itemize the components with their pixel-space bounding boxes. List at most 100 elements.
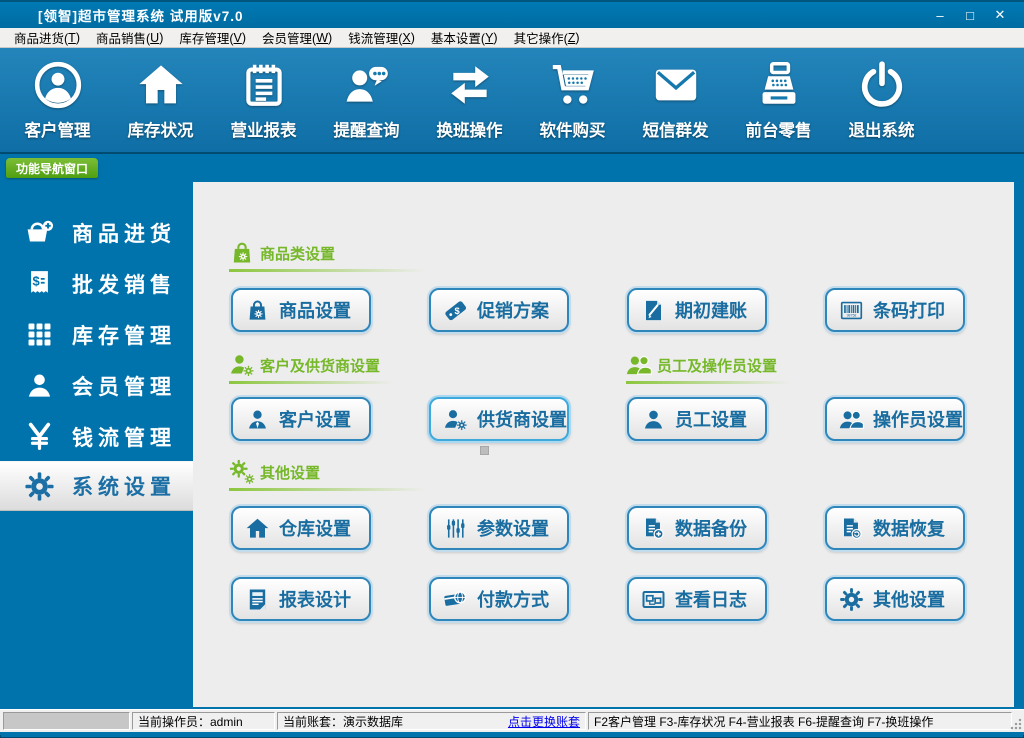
toolbar-sms-broadcast[interactable]: 短信群发 bbox=[624, 60, 727, 141]
person-chat-icon bbox=[342, 60, 392, 110]
yen-icon bbox=[24, 421, 55, 452]
report-design-button[interactable]: 报表设计 bbox=[231, 577, 371, 621]
window-title: [领智]超市管理系统 试用版v7.0 bbox=[38, 5, 244, 25]
doc-pen-icon bbox=[641, 298, 666, 323]
menu-item-purchase[interactable]: 商品进货(T) bbox=[6, 28, 88, 47]
parameter-settings-button[interactable]: 参数设置 bbox=[429, 506, 569, 550]
gear-icon bbox=[839, 587, 864, 612]
person-icon bbox=[641, 407, 666, 432]
minimize-button[interactable]: – bbox=[928, 5, 952, 25]
opening-accounts-button[interactable]: 期初建账 bbox=[627, 288, 767, 332]
toolbar-business-report[interactable]: 营业报表 bbox=[212, 60, 315, 141]
barcode-print-button[interactable]: 条码打印 bbox=[825, 288, 965, 332]
body-area: 功能导航窗口 商品进货 批发销售 库存管理 会员管理 钱流管理 bbox=[0, 154, 1024, 709]
gears-icon bbox=[229, 459, 255, 485]
status-account: 当前账套：演示数据库 点击更换账套 bbox=[277, 712, 586, 730]
close-button[interactable]: ✕ bbox=[988, 5, 1012, 25]
toolbar-stock-status[interactable]: 库存状况 bbox=[109, 60, 212, 141]
titlebar: [领智]超市管理系统 试用版v7.0 – □ ✕ bbox=[0, 0, 1024, 28]
toolbar-customer-management[interactable]: 客户管理 bbox=[6, 60, 109, 141]
people-icon bbox=[626, 352, 652, 378]
section-header-goods: 商品类设置 bbox=[229, 240, 425, 272]
main-toolbar: 客户管理 库存状况 营业报表 提醒查询 换班操作 软件购买 短信群发 前台零售 bbox=[0, 48, 1024, 154]
section-underline bbox=[229, 381, 393, 384]
section-header-staff-operator: 员工及操作员设置 bbox=[626, 352, 790, 384]
sliders-icon bbox=[443, 516, 468, 541]
app-window: [领智]超市管理系统 试用版v7.0 – □ ✕ 商品进货(T) 商品销售(U)… bbox=[0, 0, 1024, 738]
menu-item-members[interactable]: 会员管理(W) bbox=[254, 28, 340, 47]
home-icon bbox=[136, 60, 186, 110]
bag-gear-icon bbox=[229, 240, 255, 266]
sidebar: 商品进货 批发销售 库存管理 会员管理 钱流管理 系统设置 bbox=[0, 182, 193, 709]
gear-icon bbox=[24, 471, 55, 502]
resize-grip[interactable] bbox=[1010, 718, 1022, 730]
people-icon bbox=[839, 407, 864, 432]
supplier-settings-button[interactable]: 供货商设置 bbox=[429, 397, 569, 441]
person-icon bbox=[24, 370, 55, 401]
person-circle-icon bbox=[33, 60, 83, 110]
window-bottom-border bbox=[0, 732, 1024, 735]
toolbar-front-retail[interactable]: 前台零售 bbox=[727, 60, 830, 141]
cash-register-icon bbox=[754, 60, 804, 110]
other-settings-button[interactable]: 其他设置 bbox=[825, 577, 965, 621]
section-underline bbox=[626, 381, 790, 384]
section-header-other: 其他设置 bbox=[229, 459, 425, 491]
switch-account-link[interactable]: 点击更换账套 bbox=[508, 713, 580, 730]
main-panel: 商品类设置 商品设置 促销方案 期初建账 条码打印 bbox=[193, 182, 1014, 707]
envelope-icon bbox=[651, 60, 701, 110]
menu-item-settings[interactable]: 基本设置(Y) bbox=[423, 28, 506, 47]
payment-method-button[interactable]: 付款方式 bbox=[429, 577, 569, 621]
warehouse-settings-button[interactable]: 仓库设置 bbox=[231, 506, 371, 550]
menu-item-other[interactable]: 其它操作(Z) bbox=[506, 28, 588, 47]
tag-dollar-icon bbox=[443, 298, 468, 323]
person-gear-icon bbox=[229, 352, 255, 378]
power-icon bbox=[857, 60, 907, 110]
report-icon bbox=[245, 587, 270, 612]
sidebar-item-wholesale[interactable]: 批发销售 bbox=[0, 258, 193, 309]
window-controls: – □ ✕ bbox=[928, 5, 1024, 25]
nav-window-tag: 功能导航窗口 bbox=[6, 158, 98, 178]
sidebar-item-members[interactable]: 会员管理 bbox=[0, 360, 193, 411]
view-log-button[interactable]: 查看日志 bbox=[627, 577, 767, 621]
swap-arrows-icon bbox=[445, 60, 495, 110]
toolbar-shift-change[interactable]: 换班操作 bbox=[418, 60, 521, 141]
data-backup-button[interactable]: 数据备份 bbox=[627, 506, 767, 550]
menu-item-inventory[interactable]: 库存管理(V) bbox=[171, 28, 254, 47]
basket-plus-icon bbox=[24, 217, 55, 248]
status-operator: 当前操作员：admin bbox=[132, 712, 275, 730]
doc-restore-icon bbox=[839, 516, 864, 541]
menu-item-sales[interactable]: 商品销售(U) bbox=[88, 28, 171, 47]
status-hotkeys: F2客户管理 F3-库存状况 F4-营业报表 F6-提醒查询 F7-换班操作 bbox=[588, 712, 1012, 730]
person-tie-icon bbox=[245, 407, 270, 432]
toolbar-software-purchase[interactable]: 软件购买 bbox=[521, 60, 624, 141]
section-underline bbox=[229, 488, 425, 491]
sidebar-item-inventory[interactable]: 库存管理 bbox=[0, 309, 193, 360]
operator-settings-button[interactable]: 操作员设置 bbox=[825, 397, 965, 441]
menu-item-cashflow[interactable]: 钱流管理(X) bbox=[340, 28, 423, 47]
data-restore-button[interactable]: 数据恢复 bbox=[825, 506, 965, 550]
toolbar-reminder-query[interactable]: 提醒查询 bbox=[315, 60, 418, 141]
section-underline bbox=[229, 269, 425, 272]
person-gear-icon bbox=[443, 407, 468, 432]
staff-settings-button[interactable]: 员工设置 bbox=[627, 397, 767, 441]
toolbar-exit-system[interactable]: 退出系统 bbox=[830, 60, 933, 141]
promotion-plan-button[interactable]: 促销方案 bbox=[429, 288, 569, 332]
cart-icon bbox=[548, 60, 598, 110]
maximize-button[interactable]: □ bbox=[958, 5, 982, 25]
bag-gear-icon bbox=[245, 298, 270, 323]
status-account-text: 当前账套：演示数据库 bbox=[283, 713, 403, 730]
log-window-icon bbox=[641, 587, 666, 612]
sidebar-item-cashflow[interactable]: 钱流管理 bbox=[0, 411, 193, 462]
sidebar-item-goods-purchase[interactable]: 商品进货 bbox=[0, 207, 193, 258]
sidebar-item-system-settings[interactable]: 系统设置 bbox=[0, 462, 193, 510]
grid-icon bbox=[24, 319, 55, 350]
goods-settings-button[interactable]: 商品设置 bbox=[231, 288, 371, 332]
statusbar: 当前操作员：admin 当前账套：演示数据库 点击更换账套 F2客户管理 F3-… bbox=[0, 709, 1024, 732]
customer-settings-button[interactable]: 客户设置 bbox=[231, 397, 371, 441]
menubar: 商品进货(T) 商品销售(U) 库存管理(V) 会员管理(W) 钱流管理(X) … bbox=[0, 28, 1024, 48]
mouse-cursor-artifact bbox=[480, 446, 489, 455]
section-header-customer-supplier: 客户及供货商设置 bbox=[229, 352, 393, 384]
card-globe-icon bbox=[443, 587, 468, 612]
home-icon bbox=[245, 516, 270, 541]
status-empty-panel bbox=[3, 712, 130, 730]
